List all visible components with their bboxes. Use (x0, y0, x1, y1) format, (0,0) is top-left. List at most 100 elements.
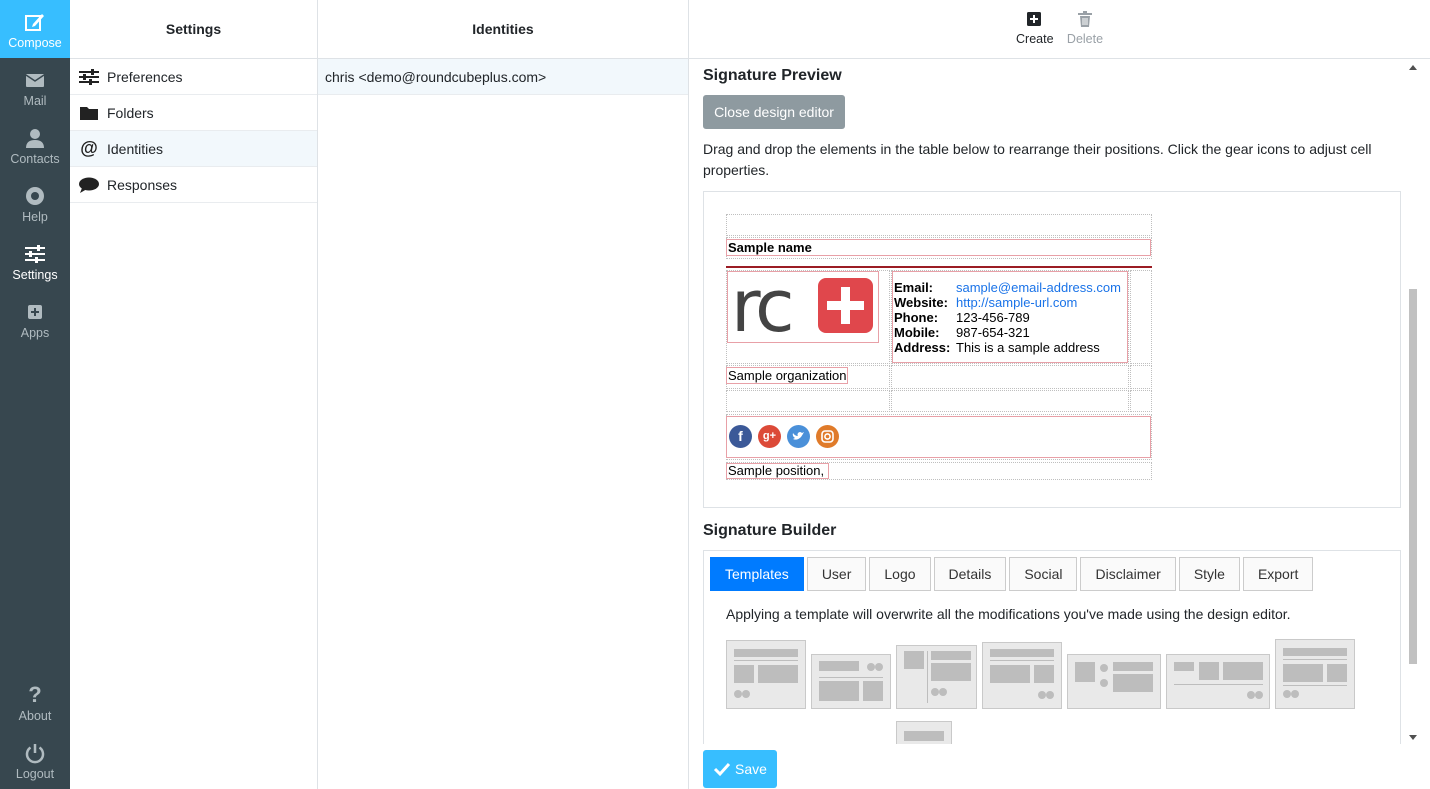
apps-icon (28, 305, 42, 319)
settings-item-preferences[interactable]: Preferences (70, 59, 317, 95)
delete-button[interactable]: Delete (1064, 10, 1106, 46)
delete-label: Delete (1066, 32, 1104, 46)
template-thumbnail[interactable] (1166, 654, 1270, 709)
settings-item-folders[interactable]: Folders (70, 95, 317, 131)
empty-cell[interactable] (1130, 270, 1152, 364)
signature-preview-title: Signature Preview (703, 67, 842, 84)
empty-cell[interactable] (891, 365, 1129, 389)
signature-table: Sample name rc Email: sample@email-addre… (726, 214, 1152, 480)
template-thumbnail[interactable] (896, 721, 952, 744)
phone-value: 123-456-789 (956, 310, 1030, 325)
tab-details[interactable]: Details (933, 557, 1007, 591)
plus-square-icon (1027, 12, 1041, 26)
template-thumbnail[interactable] (811, 654, 891, 709)
logo-plus-icon (818, 278, 873, 333)
preview-instructions: Drag and drop the elements in the table … (703, 141, 1372, 178)
settings-header: Settings (70, 0, 317, 59)
google-plus-icon[interactable]: g+ (758, 425, 781, 448)
camera-icon (821, 430, 834, 443)
scrollbar[interactable] (1407, 61, 1418, 744)
contacts-icon (26, 129, 44, 148)
scroll-thumb[interactable] (1409, 289, 1417, 664)
settings-item-label: Identities (107, 140, 164, 157)
tab-templates[interactable]: Templates (710, 557, 804, 591)
at-icon: @ (80, 138, 98, 158)
address-label: Address: (894, 340, 951, 355)
empty-cell[interactable] (1130, 365, 1152, 389)
template-thumbnail[interactable] (896, 645, 977, 709)
nav-about[interactable]: ? About (0, 673, 70, 731)
template-thumbnail[interactable] (726, 640, 806, 709)
tab-disclaimer[interactable]: Disclaimer (1080, 557, 1176, 591)
contacts-label: Contacts (10, 152, 60, 166)
template-thumbnail[interactable] (1275, 639, 1355, 709)
empty-cell[interactable] (1130, 390, 1152, 412)
trash-icon (1078, 11, 1092, 27)
settings-item-label: Preferences (107, 68, 183, 85)
scroll-down-icon[interactable] (1409, 735, 1417, 740)
template-thumbnail[interactable] (1067, 654, 1161, 709)
help-label: Help (22, 210, 48, 224)
signature-builder-title: Signature Builder (703, 522, 837, 539)
about-label: About (18, 709, 52, 723)
template-note: Applying a template will overwrite all t… (726, 606, 1291, 622)
signature-preview: Sample name rc Email: sample@email-addre… (703, 191, 1401, 508)
nav-contacts[interactable]: Contacts (0, 116, 70, 174)
settings-item-label: Responses (107, 176, 178, 193)
settings-label: Settings (12, 268, 58, 282)
apps-label: Apps (20, 326, 50, 340)
template-thumbnail[interactable] (982, 642, 1062, 709)
sliders-icon (25, 245, 45, 263)
website-label: Website: (894, 295, 948, 310)
twitter-icon[interactable] (787, 425, 810, 448)
tab-style[interactable]: Style (1178, 557, 1240, 591)
close-design-editor-button[interactable]: Close design editor (703, 95, 845, 129)
mobile-value: 987-654-321 (956, 325, 1030, 340)
tab-social[interactable]: Social (1009, 557, 1078, 591)
folder-icon (79, 104, 99, 122)
question-icon: ? (28, 682, 42, 707)
nav-settings[interactable]: Settings (0, 232, 70, 290)
compose-label: Compose (8, 36, 62, 50)
settings-item-responses[interactable]: Responses (70, 167, 317, 203)
sample-organization: Sample organization (728, 368, 847, 383)
settings-item-identities[interactable]: @ Identities (70, 131, 317, 167)
identity-editor: Create Delete Signature Preview Close de… (689, 0, 1430, 789)
create-label: Create (1016, 32, 1054, 46)
settings-list: Settings Preferences Folders @ Identitie… (70, 0, 318, 789)
toolbar: Create Delete (689, 0, 1430, 59)
checkmark-icon (713, 762, 731, 777)
tab-user[interactable]: User (806, 557, 867, 591)
save-label: Save (735, 761, 767, 777)
mail-icon (25, 74, 45, 87)
nav-apps[interactable]: Apps (0, 290, 70, 348)
mobile-label: Mobile: (894, 325, 940, 340)
logo-text: rc (731, 264, 795, 348)
website-link[interactable]: http://sample-url.com (956, 295, 1077, 310)
empty-cell[interactable] (726, 390, 890, 412)
nav-logout[interactable]: Logout (0, 731, 70, 789)
instagram-icon[interactable] (816, 425, 839, 448)
tab-logo[interactable]: Logo (869, 557, 931, 591)
nav-help[interactable]: Help (0, 174, 70, 232)
save-button[interactable]: Save (703, 750, 777, 788)
empty-cell[interactable] (726, 214, 1152, 236)
app-navigation: Compose Mail Contacts Help Settings Apps… (0, 0, 70, 789)
rc-logo: rc (731, 264, 875, 348)
facebook-icon[interactable]: f (729, 425, 752, 448)
lifebuoy-icon (26, 187, 44, 205)
create-button[interactable]: Create (1016, 10, 1054, 46)
phone-label: Phone: (894, 310, 939, 325)
scroll-up-icon[interactable] (1409, 65, 1417, 70)
tab-export[interactable]: Export (1242, 557, 1314, 591)
identity-row[interactable]: chris <demo@roundcubeplus.com> (318, 59, 688, 95)
compose-button[interactable]: Compose (0, 0, 70, 58)
bird-icon (792, 432, 804, 440)
builder-tabs: Templates User Logo Details Social Discl… (710, 557, 1316, 591)
sample-name: Sample name (728, 240, 812, 255)
empty-cell[interactable] (891, 390, 1129, 412)
settings-item-label: Folders (107, 104, 154, 121)
facebook-letter: f (738, 428, 743, 444)
email-link[interactable]: sample@email-address.com (956, 280, 1121, 295)
nav-mail[interactable]: Mail (0, 58, 70, 116)
